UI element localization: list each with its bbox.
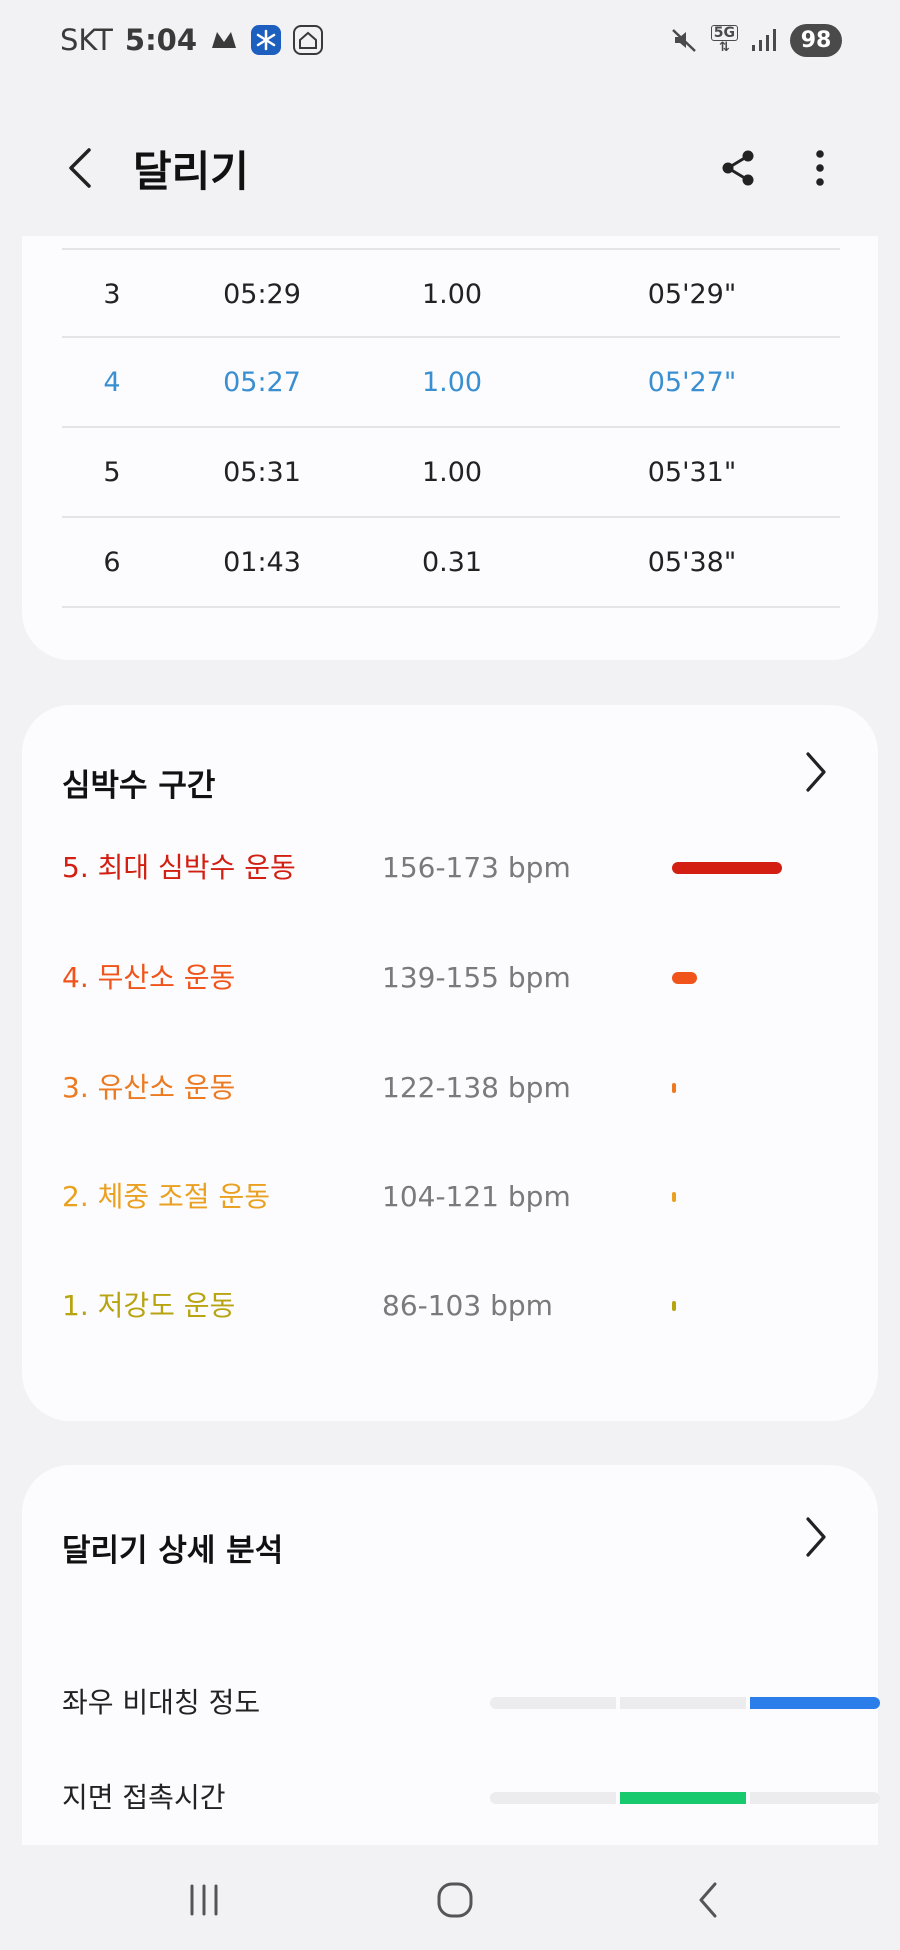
system-back-button[interactable]: [668, 1870, 748, 1930]
zone-label: 3. 유산소 운동: [62, 1071, 236, 1104]
zone-range: 104-121 bpm: [382, 1180, 571, 1213]
metric-label: 지면 접촉시간: [62, 1781, 226, 1814]
network-type: 5G: [710, 25, 738, 41]
lap-number: 4: [103, 367, 121, 398]
system-navigation-bar: [0, 1850, 900, 1950]
zone-range: 156-173 bpm: [382, 851, 571, 884]
hr-zone-2: 2. 체중 조절 운동 104-121 bpm: [62, 1167, 842, 1227]
lap-time: 05:27: [223, 367, 301, 398]
chevron-right-icon: [806, 752, 826, 792]
zone-time-bar: [672, 1301, 676, 1311]
heart-rate-title: 심박수 구간: [62, 768, 216, 804]
lap-time: 05:31: [223, 457, 301, 488]
lap-pace: 05'31": [647, 457, 737, 488]
back-chevron-icon: [699, 1882, 717, 1918]
metric-gauge: [490, 1697, 880, 1709]
signal-icon: [750, 27, 778, 53]
home-button[interactable]: [415, 1870, 495, 1930]
zone-label: 5. 최대 심박수 운동: [62, 851, 296, 884]
metric-label: 좌우 비대칭 정도: [62, 1686, 261, 1719]
gauge-segment-mid: [620, 1697, 746, 1709]
zone-time-bar: [672, 972, 697, 984]
gauge-segment-low: [490, 1792, 616, 1804]
gauge-level-fill: [750, 1697, 880, 1709]
split-row-fastest: 4 05:27 1.00 05'27": [62, 338, 840, 428]
zone-time-bar: [672, 862, 782, 874]
mute-icon: [669, 25, 699, 55]
app-notification-icon: [209, 28, 239, 52]
zone-label: 4. 무산소 운동: [62, 961, 236, 994]
more-vertical-icon: [816, 150, 824, 186]
home-icon: [437, 1882, 473, 1918]
lap-distance: 1.00: [421, 367, 483, 398]
lap-time: 01:43: [223, 547, 301, 578]
page-title: 달리기: [133, 146, 249, 196]
hr-zone-3: 3. 유산소 운동 122-138 bpm: [62, 1058, 842, 1118]
lap-distance: 0.31: [421, 547, 483, 578]
running-analysis-details-button[interactable]: [796, 1512, 836, 1562]
recent-apps-icon: [190, 1884, 218, 1916]
carrier-label: SKT: [60, 23, 113, 57]
chevron-right-icon: [806, 1517, 826, 1557]
hr-zone-5: 5. 최대 심박수 운동 156-173 bpm: [62, 838, 842, 898]
zone-range: 139-155 bpm: [382, 961, 571, 994]
gauge-level-fill: [620, 1792, 746, 1804]
zone-time-bar: [672, 1192, 676, 1202]
hr-zone-1: 1. 저강도 운동 86-103 bpm: [62, 1276, 842, 1336]
running-analysis-title: 달리기 상세 분석: [62, 1533, 284, 1569]
zone-range: 122-138 bpm: [382, 1071, 571, 1104]
split-row: 3 05:29 1.00 05'29": [62, 248, 840, 338]
network-5g-icon: 5G ⇅: [710, 25, 738, 55]
splits-card: 3 05:29 1.00 05'29" 4 05:27 1.00 05'27" …: [22, 236, 878, 660]
zone-time-bar: [672, 1083, 676, 1093]
running-analysis-card[interactable]: 달리기 상세 분석 좌우 비대칭 정도 지면 접촉시간: [22, 1465, 880, 1845]
lap-pace: 05'38": [647, 547, 737, 578]
home-app-icon: [293, 25, 324, 55]
recent-apps-button[interactable]: [164, 1870, 244, 1930]
snowflake-app-icon: [251, 25, 282, 55]
metric-gauge: [490, 1792, 880, 1804]
chevron-left-icon: [69, 148, 91, 188]
back-button[interactable]: [55, 138, 105, 198]
lap-number: 6: [103, 547, 121, 578]
gauge-segment-high: [750, 1792, 880, 1804]
hr-zone-4: 4. 무산소 운동 139-155 bpm: [62, 948, 842, 1008]
heart-rate-zones-card[interactable]: 심박수 구간 5. 최대 심박수 운동 156-173 bpm 4. 무산소 운…: [22, 705, 878, 1421]
more-options-button[interactable]: [790, 138, 850, 198]
zone-label: 2. 체중 조절 운동: [62, 1180, 270, 1213]
split-row: 5 05:31 1.00 05'31": [62, 428, 840, 518]
asymmetry-metric: 좌우 비대칭 정도: [62, 1673, 880, 1733]
lap-pace: 05'29": [647, 279, 737, 310]
gauge-segment-low: [490, 1697, 616, 1709]
split-row: 6 01:43 0.31 05'38": [62, 518, 840, 608]
lap-number: 3: [103, 279, 121, 310]
heart-rate-details-button[interactable]: [796, 747, 836, 797]
app-header: 달리기: [0, 100, 900, 236]
lap-distance: 1.00: [421, 457, 483, 488]
lap-pace: 05'27": [647, 367, 737, 398]
zone-range: 86-103 bpm: [382, 1289, 553, 1322]
status-bar: SKT 5:04 5G ⇅ 98: [0, 0, 900, 80]
data-arrows-icon: ⇅: [718, 40, 730, 55]
share-button[interactable]: [708, 138, 768, 198]
share-icon: [722, 150, 754, 186]
lap-distance: 1.00: [421, 279, 483, 310]
battery-level: 98: [790, 23, 842, 57]
ground-contact-metric: 지면 접촉시간: [62, 1768, 880, 1828]
clock: 5:04: [124, 23, 198, 57]
lap-time: 05:29: [223, 279, 301, 310]
zone-label: 1. 저강도 운동: [62, 1289, 236, 1322]
lap-number: 5: [103, 457, 121, 488]
